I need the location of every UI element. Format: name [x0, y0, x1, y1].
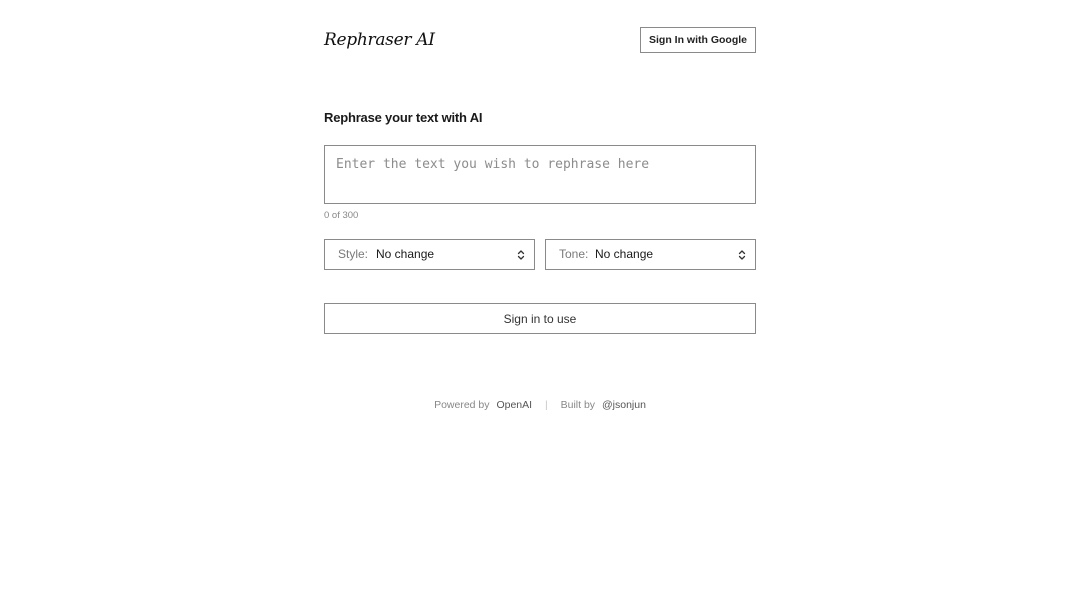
- chevron-up-down-icon: [517, 250, 525, 260]
- powered-by-text: Powered by: [434, 399, 490, 411]
- header: Rephraser AI Sign In with Google: [324, 27, 756, 53]
- footer-separator: |: [544, 399, 548, 411]
- page-heading: Rephrase your text with AI: [324, 110, 483, 125]
- footer: Powered by OpenAI | Built by @jsonjun: [0, 398, 1080, 412]
- sign-in-google-button[interactable]: Sign In with Google: [640, 27, 756, 53]
- app-logo[interactable]: Rephraser AI: [324, 28, 435, 52]
- sign-in-to-use-button[interactable]: Sign in to use: [324, 303, 756, 334]
- chevron-up-down-icon: [738, 250, 746, 260]
- openai-link[interactable]: OpenAI: [496, 399, 532, 411]
- style-select-value: No change: [376, 247, 435, 261]
- author-link[interactable]: @jsonjun: [602, 399, 646, 411]
- page: Rephraser AI Sign In with Google Rephras…: [0, 0, 1080, 608]
- tone-select[interactable]: Tone: No change: [545, 239, 756, 270]
- style-select-label: Style:: [338, 247, 369, 261]
- tone-select-value: No change: [595, 247, 654, 261]
- text-input-container: [324, 145, 756, 204]
- style-select[interactable]: Style: No change: [324, 239, 535, 270]
- tone-select-label: Tone:: [559, 247, 589, 261]
- character-counter: 0 of 300: [324, 210, 359, 221]
- rephrase-text-input[interactable]: [324, 145, 756, 204]
- built-by-text: Built by: [560, 399, 596, 411]
